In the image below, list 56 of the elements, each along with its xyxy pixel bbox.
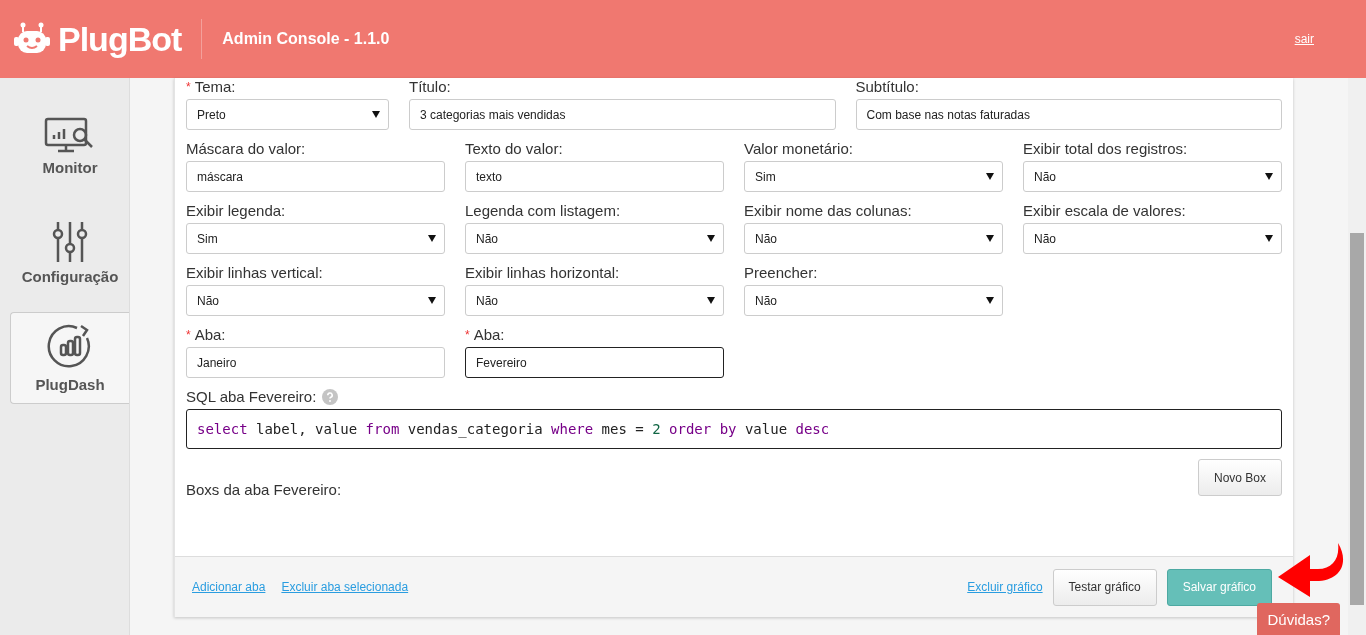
caret-icon — [428, 297, 436, 304]
field-label: Exibir nome das colunas: — [744, 202, 913, 220]
new-box-button[interactable]: Novo Box — [1197, 459, 1282, 496]
sidebar-item[interactable]: Monitor — [10, 100, 129, 192]
caret-icon — [986, 173, 994, 180]
sidebar-item[interactable]: PlugDash — [10, 312, 129, 404]
sql-editor[interactable]: select label, value from vendas_categoria where mes = 2 order by value desc — [186, 409, 1282, 449]
field-label: Valor monetário: — [744, 140, 854, 158]
caret-icon — [707, 235, 715, 242]
input-field[interactable]: Fevereiro — [465, 347, 724, 378]
field-label: Preencher: — [744, 264, 819, 282]
section-label: Boxs da aba Fevereiro: — [186, 481, 342, 499]
input-field[interactable]: texto — [465, 161, 724, 192]
select-dropdown[interactable]: Não — [1023, 161, 1282, 192]
test-chart-button[interactable]: Testar gráfico — [1052, 568, 1157, 606]
field-label: Exibir linhas horizontal: — [465, 264, 621, 282]
field-label: Legenda com listagem: — [465, 202, 622, 220]
caret-icon — [1265, 173, 1273, 180]
input-field[interactable]: Janeiro — [186, 347, 445, 378]
caret-icon — [707, 297, 715, 304]
chart-circle-icon — [47, 323, 93, 370]
input-field[interactable]: Com base nas notas faturadas — [855, 99, 1282, 130]
field-label: Exibir legenda: — [186, 202, 287, 220]
select-dropdown[interactable]: Não — [186, 285, 445, 316]
sliders-icon — [50, 219, 90, 262]
caret-icon — [986, 297, 994, 304]
field-label: Exibir escala de valores: — [1023, 202, 1187, 220]
caret-icon — [986, 235, 994, 242]
field-label: Exibir linhas vertical: — [186, 264, 324, 282]
select-dropdown[interactable]: Não — [465, 285, 724, 316]
caret-icon — [1265, 235, 1273, 242]
field-label: Título: — [409, 78, 452, 96]
caret-icon — [372, 111, 380, 118]
logo-text: PlugBot — [58, 19, 182, 59]
field-label: * Aba: — [186, 326, 227, 344]
select-dropdown[interactable]: Não — [465, 223, 724, 254]
select-dropdown[interactable]: Sim — [744, 161, 1003, 192]
sidebar-item[interactable]: Configuração — [10, 206, 129, 298]
robot-logo-icon — [14, 22, 50, 56]
select-dropdown[interactable]: Não — [744, 223, 1003, 254]
caret-icon — [428, 235, 436, 242]
scrollbar[interactable] — [1348, 78, 1366, 635]
select-dropdown[interactable]: Não — [744, 285, 1003, 316]
field-label: Exibir total dos registros: — [1023, 140, 1189, 158]
input-field[interactable]: 3 categorias mais vendidas — [409, 99, 836, 130]
field-label: * Tema: — [186, 78, 237, 96]
select-dropdown[interactable]: Não — [1023, 223, 1282, 254]
field-label: * Aba: — [465, 326, 506, 344]
input-field[interactable]: máscara — [186, 161, 445, 192]
field-label: Texto do valor: — [465, 140, 564, 158]
field-label: Máscara do valor: — [186, 140, 307, 158]
select-dropdown[interactable]: Sim — [186, 223, 445, 254]
field-label: SQL aba Fevereiro: — [186, 388, 317, 406]
field-label: Subtítulo: — [855, 78, 920, 96]
select-dropdown[interactable]: Preto — [186, 99, 389, 130]
app-title: Admin Console - 1.1.0 — [222, 30, 390, 48]
